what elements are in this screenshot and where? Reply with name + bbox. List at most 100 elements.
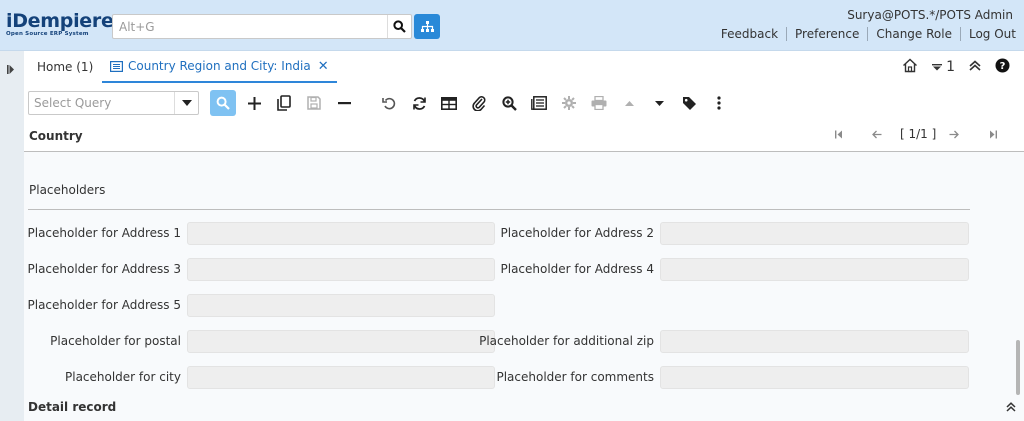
- tab-label: Country Region and City: India: [128, 59, 311, 73]
- sitemap-icon: [420, 20, 434, 32]
- new-record-button[interactable]: [241, 90, 267, 116]
- tab-country-region[interactable]: Country Region and City: India ✕: [102, 51, 337, 83]
- first-record-icon[interactable]: [835, 129, 843, 142]
- detail-record-title: Detail record: [28, 400, 117, 414]
- plus-icon: [247, 96, 261, 110]
- table-icon: [441, 96, 457, 110]
- global-search-input[interactable]: [113, 15, 383, 38]
- field-address-4[interactable]: [660, 258, 969, 281]
- print-button[interactable]: [586, 90, 612, 116]
- west-panel-collapsed: [0, 51, 24, 421]
- field-address-3[interactable]: [187, 258, 495, 281]
- user-role-label: Surya@POTS.*/POTS Admin: [847, 8, 1013, 22]
- group-divider: [28, 209, 970, 210]
- more-vertical-icon: [717, 96, 721, 110]
- report-icon: [531, 96, 547, 110]
- tab-header-country: Country [ 1/1 ]: [24, 121, 1024, 152]
- save-button[interactable]: [301, 90, 327, 116]
- next-record-button[interactable]: [646, 90, 672, 116]
- window-list-dropdown[interactable]: 1: [932, 59, 955, 75]
- report-button[interactable]: [526, 90, 552, 116]
- toggle-grid-button[interactable]: [436, 90, 462, 116]
- zoom-in-icon: [501, 95, 517, 111]
- label-address-3: Placeholder for Address 3: [27, 262, 182, 276]
- undo-button[interactable]: [376, 90, 402, 116]
- refresh-button[interactable]: [406, 90, 432, 116]
- window-toolbar: [24, 85, 1024, 121]
- window-icon: [110, 60, 123, 72]
- global-search: [112, 14, 412, 39]
- find-button[interactable]: [210, 90, 236, 116]
- field-address-1[interactable]: [187, 222, 495, 245]
- form-scrollbar[interactable]: [1016, 340, 1020, 395]
- menu-tree-button[interactable]: [414, 14, 440, 39]
- search-icon: [216, 96, 230, 110]
- detail-record-bar: Detail record: [24, 395, 1024, 421]
- delete-record-button[interactable]: [331, 90, 357, 116]
- field-address-5[interactable]: [187, 294, 495, 317]
- label-city: Placeholder for city: [65, 370, 181, 384]
- copy-icon: [277, 95, 291, 111]
- label-additional-zip: Placeholder for additional zip: [479, 334, 654, 348]
- collapse-toolbar-icon[interactable]: [969, 60, 981, 74]
- expand-detail-icon[interactable]: [1006, 401, 1016, 415]
- logo-text: iDempiere: [6, 10, 114, 32]
- field-city[interactable]: [187, 366, 495, 389]
- previous-record-button[interactable]: [616, 90, 642, 116]
- caret-up-icon: [624, 100, 634, 106]
- label-postal: Placeholder for postal: [50, 334, 181, 348]
- label-address-5: Placeholder for Address 5: [27, 298, 182, 312]
- tab-actions: 1 ?: [902, 58, 1010, 76]
- previous-arrow-icon[interactable]: [872, 129, 882, 142]
- select-query-input[interactable]: [29, 92, 173, 114]
- help-icon[interactable]: ?: [995, 58, 1010, 76]
- label-address-4: Placeholder for Address 4: [500, 262, 655, 276]
- logout-link[interactable]: Log Out: [961, 27, 1016, 41]
- next-arrow-icon[interactable]: [949, 129, 959, 142]
- window-count: 1: [946, 59, 955, 75]
- undo-icon: [382, 97, 396, 110]
- process-button[interactable]: [556, 90, 582, 116]
- caret-down-icon: [932, 63, 943, 70]
- idempiere-logo[interactable]: iDempiere Open Source ERP System: [6, 10, 114, 39]
- copy-record-button[interactable]: [271, 90, 297, 116]
- header-links: Feedback Preference Change Role Log Out: [713, 27, 1016, 41]
- tag-icon: [682, 96, 696, 110]
- field-postal[interactable]: [187, 330, 495, 353]
- field-address-2[interactable]: [660, 222, 969, 245]
- search-icon[interactable]: [387, 15, 411, 38]
- field-additional-zip[interactable]: [660, 330, 969, 353]
- gear-icon: [562, 96, 576, 110]
- label-address-2: Placeholder for Address 2: [500, 226, 655, 240]
- label-address-1: Placeholder for Address 1: [27, 226, 182, 240]
- svg-text:?: ?: [1000, 61, 1006, 72]
- section-title: Country: [29, 129, 83, 143]
- expand-panel-icon[interactable]: [7, 63, 15, 77]
- home-icon[interactable]: [902, 58, 918, 76]
- record-position: [ 1/1 ]: [900, 127, 937, 141]
- attachment-button[interactable]: [466, 90, 492, 116]
- chevron-down-icon[interactable]: [174, 92, 198, 114]
- field-comments[interactable]: [660, 366, 969, 389]
- save-icon: [307, 96, 321, 110]
- more-options-button[interactable]: [706, 90, 732, 116]
- zoom-across-button[interactable]: [496, 90, 522, 116]
- country-form: Placeholders Placeholder for Address 1 P…: [24, 152, 1024, 395]
- refresh-icon: [412, 96, 426, 110]
- tab-home[interactable]: Home (1): [37, 51, 93, 83]
- window-tabs: Home (1) Country Region and City: India …: [24, 51, 1024, 85]
- label-comments: Placeholder for comments: [496, 370, 654, 384]
- change-role-link[interactable]: Change Role: [868, 27, 961, 41]
- last-record-icon[interactable]: [989, 129, 997, 142]
- app-header: iDempiere Open Source ERP System Surya@P…: [0, 0, 1024, 51]
- paperclip-icon: [472, 96, 486, 111]
- close-tab-icon[interactable]: ✕: [318, 59, 329, 74]
- caret-down-icon: [654, 100, 664, 106]
- label-button[interactable]: [676, 90, 702, 116]
- minus-icon: [337, 101, 351, 104]
- feedback-link[interactable]: Feedback: [713, 27, 788, 41]
- print-icon: [591, 96, 607, 110]
- select-query-combobox: [28, 91, 199, 115]
- group-title-placeholders[interactable]: Placeholders: [29, 183, 105, 197]
- preference-link[interactable]: Preference: [787, 27, 869, 41]
